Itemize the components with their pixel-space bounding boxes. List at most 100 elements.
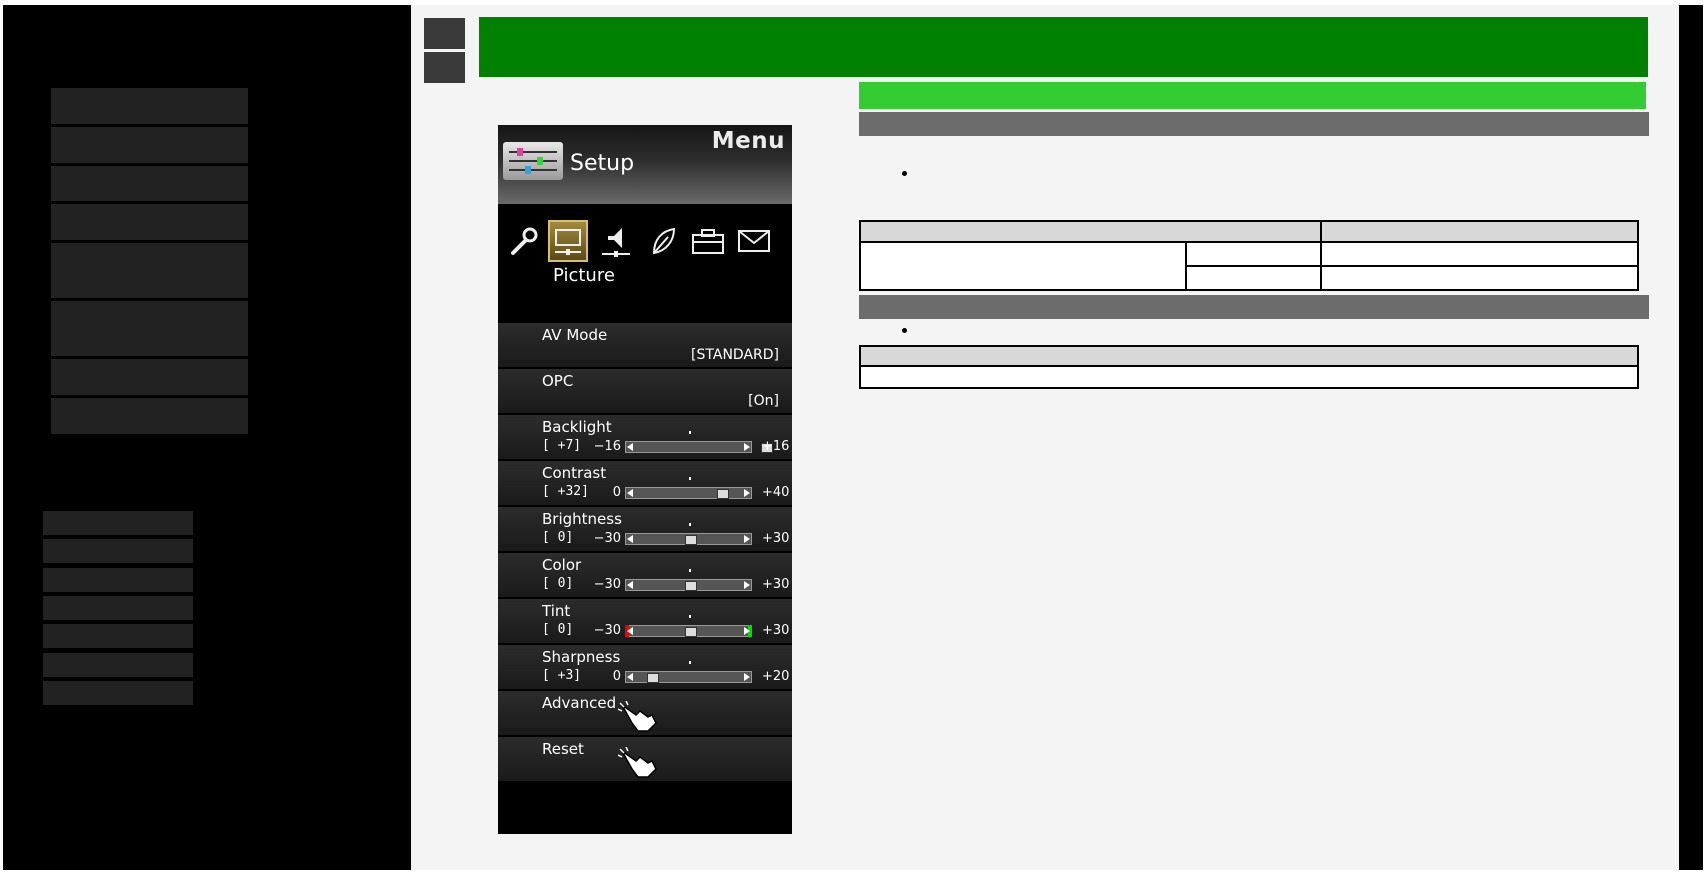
slider-left-arrow-icon[interactable] — [627, 489, 633, 497]
slider-left-arrow-icon[interactable] — [627, 443, 633, 451]
tv-menu-row[interactable]: Contrast [ +32] 0 +40 — [498, 461, 792, 507]
toolbox-icon[interactable] — [688, 220, 728, 262]
envelope-icon[interactable] — [734, 220, 774, 262]
tv-menu-row[interactable]: Brightness [ 0] −30 +30 — [498, 507, 792, 553]
sidebar-nav-button[interactable] — [51, 359, 248, 395]
slider-left-arrow-icon[interactable] — [627, 581, 633, 589]
tv-menu-row[interactable]: Sharpness [ +3] 0 +20 — [498, 645, 792, 691]
tv-slider[interactable] — [625, 477, 752, 499]
wrench-icon[interactable] — [504, 220, 544, 262]
picture-icon[interactable] — [548, 220, 588, 262]
sidebar-link[interactable] — [43, 596, 193, 620]
tv-menu-title: Menu — [711, 128, 785, 154]
tv-menu-row-label: OPC — [542, 372, 574, 390]
slider-center-mark — [689, 615, 691, 618]
sidebar-nav-button[interactable] — [51, 127, 248, 163]
slider-right-arrow-icon[interactable] — [744, 581, 750, 589]
setup-sliders-icon — [503, 142, 563, 180]
slider-left-arrow-icon[interactable] — [627, 627, 633, 635]
slider-left-arrow-icon[interactable] — [627, 673, 633, 681]
tv-menu-row[interactable]: Tint [ 0] −30 +30 — [498, 599, 792, 645]
tv-slider[interactable] — [625, 569, 752, 591]
pointing-hand-icon — [617, 746, 658, 786]
subsection-bar — [859, 112, 1649, 136]
sidebar-link[interactable] — [43, 681, 193, 705]
sidebar-link[interactable] — [43, 511, 193, 535]
tv-menu-row-current-value: [ +7] — [542, 438, 582, 453]
slider-min-label: −30 — [593, 623, 621, 638]
page-header-bar — [479, 17, 1648, 77]
table-cell — [1185, 265, 1322, 291]
nav-down-button[interactable] — [424, 52, 465, 83]
sidebar-link[interactable] — [43, 568, 193, 592]
main-content: Menu Setup Picture AV Mode [STANDARD] OP… — [411, 5, 1679, 870]
slider-knob[interactable] — [684, 627, 697, 637]
tv-menu-row-label: Contrast — [542, 464, 607, 482]
slider-right-arrow-icon[interactable] — [744, 673, 750, 681]
sidebar-link[interactable] — [43, 624, 193, 648]
sidebar-nav-button[interactable] — [51, 88, 248, 124]
tv-menu-row-current-value: [ +3] — [542, 668, 582, 683]
slider-left-arrow-icon[interactable] — [627, 535, 633, 543]
tv-menu-row[interactable]: Reset — [498, 737, 792, 783]
tv-menu-row[interactable]: Color [ 0] −30 +30 — [498, 553, 792, 599]
slider-max-label: +30 — [762, 623, 790, 638]
tv-menu-row-label: Sharpness — [542, 648, 621, 666]
sidebar-nav-button[interactable] — [51, 204, 248, 240]
slider-center-mark — [689, 477, 691, 480]
section-title-bar — [859, 82, 1646, 109]
slider-min-label: −30 — [593, 577, 621, 592]
tv-selected-icon-label: Picture — [553, 265, 615, 286]
slider-knob[interactable] — [684, 581, 697, 591]
nav-up-button[interactable] — [424, 18, 465, 49]
slider-min-label: −16 — [593, 439, 621, 454]
bullet-point — [902, 171, 907, 176]
sidebar-nav-button[interactable] — [51, 301, 248, 356]
tv-menu-row-current-value: [ 0] — [542, 576, 574, 591]
slider-center-mark — [689, 431, 691, 434]
tv-menu-row-value: [On] — [748, 393, 779, 409]
slider-max-label: +20 — [762, 669, 790, 684]
slider-knob[interactable] — [716, 489, 729, 499]
tv-menu-row[interactable]: Backlight [ +7] −16 +16 — [498, 415, 792, 461]
slider-right-arrow-icon[interactable] — [744, 443, 750, 451]
slider-center-mark — [689, 569, 691, 572]
tv-menu-row-current-value: [ +32] — [542, 484, 589, 499]
sidebar-nav-button[interactable] — [51, 166, 248, 201]
tv-slider[interactable] — [625, 431, 774, 453]
tv-icon-row — [498, 220, 792, 270]
slider-right-arrow-icon[interactable] — [744, 489, 750, 497]
tv-menu-row[interactable]: Advanced — [498, 691, 792, 737]
tv-slider[interactable] — [625, 661, 752, 683]
table-cell — [1319, 265, 1640, 291]
sidebar-nav-button[interactable] — [51, 398, 248, 434]
slider-max-label: +40 — [762, 485, 790, 500]
speaker-icon[interactable] — [596, 220, 636, 262]
leaf-icon[interactable] — [643, 220, 683, 262]
slider-knob[interactable] — [684, 535, 697, 545]
sidebar-link[interactable] — [43, 539, 193, 563]
tv-menu-row-current-value: [ 0] — [542, 530, 574, 545]
footer-strip — [0, 873, 1708, 891]
table-header-cell — [1319, 220, 1640, 243]
tv-menu-row-current-value: [ 0] — [542, 622, 574, 637]
subsection-bar — [859, 295, 1649, 319]
slider-right-arrow-icon[interactable] — [744, 535, 750, 543]
tv-menu-row-label: Backlight — [542, 418, 612, 436]
tv-slider[interactable] — [625, 523, 752, 545]
table-header-cell — [859, 220, 1322, 243]
bullet-point — [902, 328, 907, 333]
tv-menu-row-label: Tint — [542, 602, 571, 620]
slider-knob[interactable] — [647, 673, 660, 683]
sidebar-link[interactable] — [43, 653, 193, 677]
tv-menu-row-label: Brightness — [542, 510, 622, 528]
tv-menu-row-label: AV Mode — [542, 326, 608, 344]
tv-menu-screenshot: Menu Setup Picture AV Mode [STANDARD] OP… — [498, 125, 792, 834]
table-cell — [1319, 241, 1640, 267]
sidebar-nav-button[interactable] — [51, 243, 248, 298]
tv-menu-row[interactable]: AV Mode [STANDARD] — [498, 323, 792, 369]
tv-menu-row[interactable]: OPC [On] — [498, 369, 792, 415]
slider-center-mark — [689, 661, 691, 664]
tv-slider[interactable] — [625, 615, 752, 637]
slider-right-arrow-icon[interactable] — [744, 627, 750, 635]
